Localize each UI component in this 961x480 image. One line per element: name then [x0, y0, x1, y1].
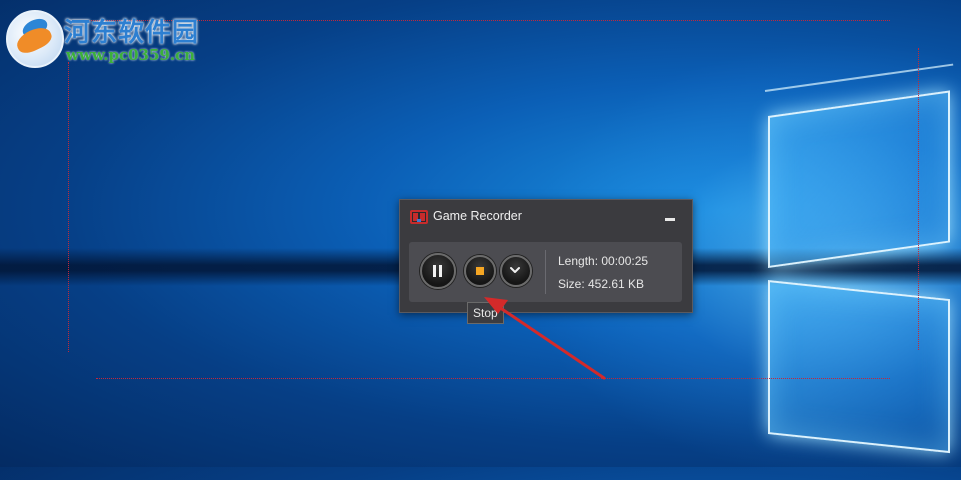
- windows-logo-pane-top: [768, 90, 950, 268]
- capture-region-left: [68, 62, 69, 352]
- controls-divider: [545, 250, 546, 294]
- watermark-site-name: 河东软件园: [64, 18, 200, 48]
- recording-size: Size: 452.61 KB: [558, 277, 645, 291]
- windows-logo-pane-bottom: [768, 280, 950, 454]
- pause-button[interactable]: [420, 253, 456, 289]
- pause-icon-bar: [439, 265, 442, 277]
- game-recorder-window: Game Recorder Length: 00:00:25 Size: 452…: [399, 199, 693, 313]
- window-title: Game Recorder: [433, 209, 522, 223]
- stop-icon: [476, 267, 484, 275]
- watermark-url: www.pc0359.cn: [66, 46, 196, 64]
- chevron-down-icon: [510, 267, 520, 273]
- stop-button[interactable]: [464, 255, 496, 287]
- watermark-logo-icon: [6, 10, 64, 68]
- recording-controls-panel: Length: 00:00:25 Size: 452.61 KB: [409, 242, 682, 302]
- capture-region-bottom: [96, 378, 890, 379]
- recording-length: Length: 00:00:25: [558, 254, 649, 268]
- more-options-button[interactable]: [500, 255, 532, 287]
- minimize-button[interactable]: [662, 210, 678, 226]
- title-bar[interactable]: Game Recorder: [400, 200, 692, 236]
- capture-region-right: [918, 48, 919, 350]
- pause-icon: [433, 265, 436, 277]
- stop-tooltip: Stop: [467, 302, 504, 324]
- game-recorder-logo-icon: [410, 210, 428, 224]
